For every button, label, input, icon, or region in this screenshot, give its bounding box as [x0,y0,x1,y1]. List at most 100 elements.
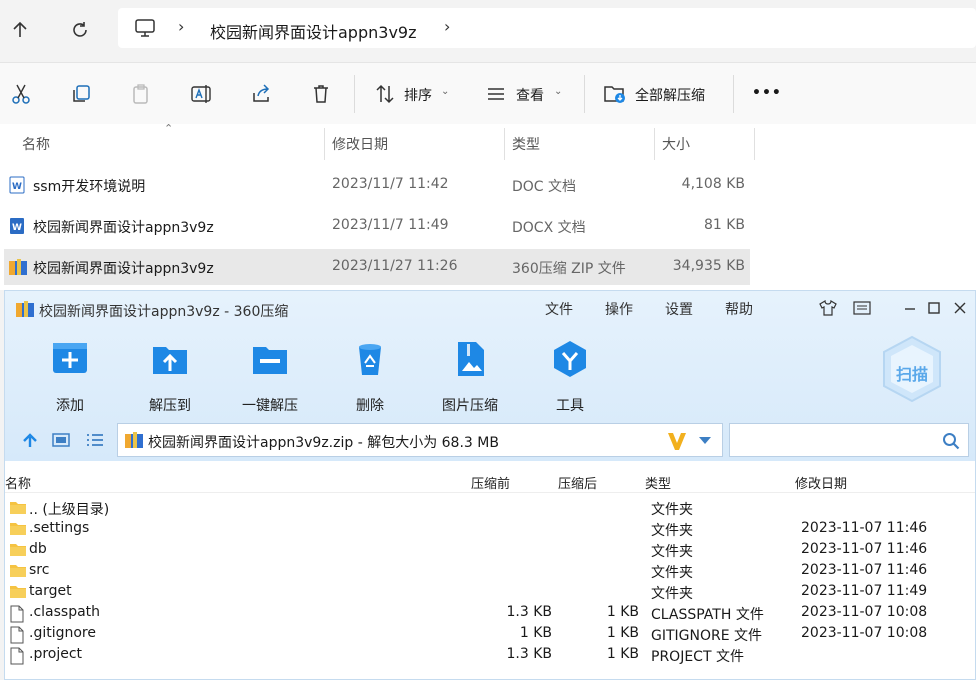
entry-date: 2023-11-07 11:46 [801,520,928,536]
sort-button[interactable]: 排序 [404,85,432,105]
close-icon[interactable] [949,297,971,319]
column-header-type[interactable]: 类型 [512,134,540,154]
verified-v-icon [668,433,686,450]
archive-search-input[interactable] [729,423,969,457]
entry-name: db [29,541,47,557]
column-divider[interactable] [754,128,755,160]
file-type: 360压缩 ZIP 文件 [512,261,626,277]
list-item[interactable]: W ssm开发环境说明 2023/11/7 11:42 DOC 文档 4,108… [4,167,750,203]
scan-label[interactable]: 扫描 [896,361,928,385]
address-bar: › 校园新闻界面设计appn3v9z › [0,0,976,62]
column-divider[interactable] [504,128,505,160]
column-divider[interactable] [654,128,655,160]
computer-icon [135,19,155,37]
column-header-name[interactable]: 名称 [22,134,50,154]
zip-file-row[interactable]: .gitignore 1 KB 1 KB GITIGNORE 文件 2023-11-07… [5,624,975,645]
menu-action[interactable]: 操作 [605,299,633,319]
column-header-before[interactable]: 压缩前 [471,473,510,492]
copy-icon[interactable] [67,81,95,107]
column-header-date[interactable]: 修改日期 [332,134,388,154]
extract-all-icon[interactable] [601,81,629,107]
zip-toolbar-area: 校园新闻界面设计appn3v9z - 360压缩 文件 操作 设置 帮助 添加 … [5,291,975,461]
zip-folder-row[interactable]: .settings 文件夹 2023-11-07 11:46 [5,519,975,540]
skin-shirt-icon[interactable] [817,297,839,319]
column-header-after[interactable]: 压缩后 [558,473,597,492]
thumbnail-view-icon[interactable] [51,431,71,449]
cut-icon[interactable] [7,81,35,107]
folder-icon [9,584,27,603]
file-name: ssm开发环境说明 [33,179,146,195]
search-icon[interactable] [942,432,960,450]
folder-icon [9,542,27,561]
zip-folder-row[interactable]: db 文件夹 2023-11-07 11:46 [5,540,975,561]
feedback-icon[interactable] [851,297,873,319]
menu-settings[interactable]: 设置 [665,299,693,319]
zip-folder-row[interactable]: target 文件夹 2023-11-07 11:49 [5,582,975,603]
zip-folder-row[interactable]: src 文件夹 2023-11-07 11:46 [5,561,975,582]
breadcrumb[interactable]: › 校园新闻界面设计appn3v9z › [118,8,976,48]
entry-name: src [29,562,50,578]
column-header-size[interactable]: 大小 [662,134,690,154]
dropdown-arrow-icon[interactable] [698,436,712,446]
delete-button[interactable]: 删除 [325,339,415,415]
word-document-icon: W [9,176,25,194]
paste-icon[interactable] [127,81,155,107]
archive-path-field[interactable]: 校园新闻界面设计appn3v9z.zip - 解包大小为 68.3 MB [117,423,723,457]
add-button[interactable]: 添加 [25,339,115,415]
file-icon [9,647,25,669]
delete-label: 删除 [356,398,384,414]
view-button[interactable]: 查看 [516,85,544,105]
sort-ascending-icon: ⌃ [164,122,174,135]
column-header-date[interactable]: 修改日期 [795,473,847,492]
column-header-type[interactable]: 类型 [645,473,671,492]
recycle-bin-icon [359,344,381,375]
up-arrow-icon[interactable] [4,14,36,46]
entry-name: .classpath [29,604,101,620]
add-icon [53,343,87,373]
file-date: 2023/11/7 11:49 [332,217,449,233]
entry-date: 2023-11-07 11:46 [801,562,928,578]
entry-name: .gitignore [29,625,96,641]
extract-all-button[interactable]: 全部解压缩 [635,85,705,105]
file-date: 2023/11/7 11:42 [332,176,449,192]
one-click-extract-button[interactable]: 一键解压 [225,339,315,415]
column-divider[interactable] [324,128,325,160]
file-size: 34,935 KB [672,258,745,274]
breadcrumb-folder[interactable]: 校园新闻界面设计appn3v9z [210,19,417,43]
minimize-icon[interactable] [899,297,921,319]
list-item[interactable]: W 校园新闻界面设计appn3v9z 2023/11/7 11:49 DOCX … [4,208,750,244]
entry-type: 文件夹 [651,565,693,581]
entry-date: 2023-11-07 11:46 [801,541,928,557]
chevron-right-icon[interactable]: › [444,17,450,36]
one-click-extract-label: 一键解压 [242,398,298,414]
menu-file[interactable]: 文件 [545,299,573,319]
image-compress-button[interactable]: 图片压缩 [425,339,515,415]
delete-icon[interactable] [307,81,335,107]
list-view-icon[interactable] [85,431,105,449]
refresh-icon[interactable] [64,14,96,46]
zip-file-row[interactable]: .project 1.3 KB 1 KB PROJECT 文件 [5,645,975,666]
menu-help[interactable]: 帮助 [725,299,753,319]
file-size: 4,108 KB [681,176,745,192]
file-list: 名称 ⌃ 修改日期 类型 大小 W ssm开发环境说明 2023/11/7 11… [0,122,976,290]
chevron-down-icon: ⌄ [554,86,563,97]
entry-date: 2023-11-07 10:08 [801,625,928,641]
sort-icon[interactable] [371,81,399,107]
zip-app-icon [16,301,34,317]
list-item-selected[interactable]: 校园新闻界面设计appn3v9z 2023/11/27 11:26 360压缩 … [4,249,750,285]
column-header-name[interactable]: 名称 [5,473,31,492]
tools-button[interactable]: 工具 [525,339,615,415]
extract-to-icon [153,347,187,374]
more-options-button[interactable]: ••• [752,85,782,101]
entry-size-after: 1 KB [606,604,639,620]
view-icon[interactable] [482,81,510,107]
extract-to-button[interactable]: 解压到 [125,339,215,415]
chevron-down-icon: ⌄ [441,86,450,97]
share-icon[interactable] [247,81,275,107]
zip-folder-row[interactable]: .. (上级目录) 文件夹 [5,498,975,519]
up-level-icon[interactable] [21,431,39,449]
maximize-icon[interactable] [923,297,945,319]
entry-type: 文件夹 [651,586,693,602]
rename-icon[interactable] [187,81,215,107]
zip-file-row[interactable]: .classpath 1.3 KB 1 KB CLASSPATH 文件 2023-11-… [5,603,975,624]
